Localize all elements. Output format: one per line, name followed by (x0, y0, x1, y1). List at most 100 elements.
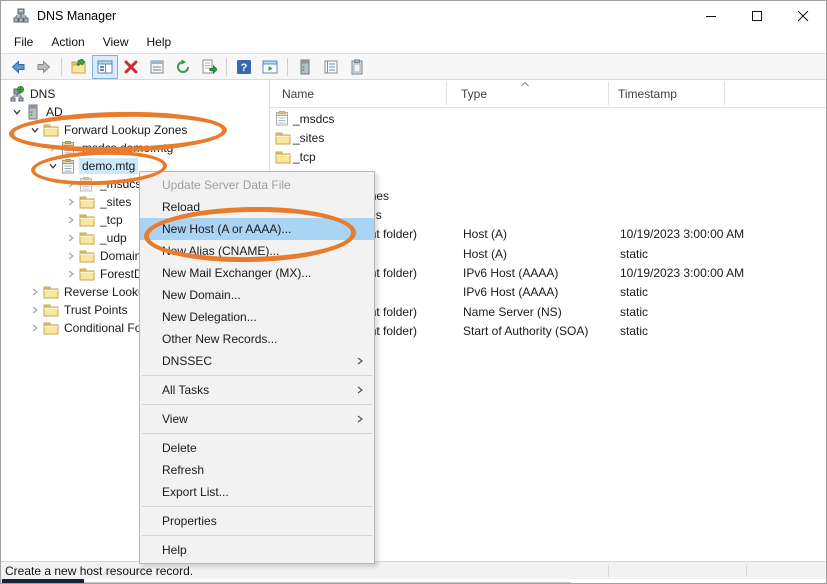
menu-item-refresh[interactable]: Refresh (140, 459, 374, 481)
column-header-timestamp[interactable]: Timestamp (608, 80, 724, 107)
expand-chevron-icon[interactable] (63, 212, 79, 228)
tree-item-forward-lookup-zones[interactable]: Forward Lookup Zones (27, 121, 269, 139)
menubar-item-help[interactable]: Help (138, 32, 181, 52)
toolbar-help-button[interactable]: ? (231, 55, 257, 79)
collapse-chevron-icon[interactable] (45, 158, 61, 174)
submenu-arrow-icon (356, 412, 364, 426)
expand-chevron-icon[interactable] (63, 194, 79, 210)
toolbar-server-button[interactable] (292, 55, 318, 79)
menu-item-new-host-a-or-aaaa[interactable]: New Host (A or AAAA)... (140, 218, 374, 240)
menu-item-export-list[interactable]: Export List... (140, 481, 374, 503)
server-icon (297, 59, 313, 75)
help-icon: ? (236, 59, 252, 75)
menu-item-delete[interactable]: Delete (140, 437, 374, 459)
menu-item-label: New Host (A or AAAA)... (162, 222, 291, 236)
dns-root-icon (9, 86, 27, 102)
column-header-name[interactable]: Name (270, 80, 446, 107)
submenu-arrow-icon (356, 354, 364, 368)
menu-item-help[interactable]: Help (140, 539, 374, 561)
server-icon (25, 104, 43, 120)
menu-item-dnssec[interactable]: DNSSEC (140, 350, 374, 372)
delete-x-icon (123, 59, 139, 75)
menu-separator (142, 506, 372, 507)
menu-item-reload[interactable]: Reload (140, 196, 374, 218)
menu-item-label: Delete (162, 441, 197, 455)
zone-icon (79, 176, 97, 192)
column-separator[interactable] (724, 82, 725, 105)
column-header-label: Name (282, 87, 314, 101)
toolbar-open-folder-button[interactable] (66, 55, 92, 79)
folder-icon (43, 302, 61, 318)
toolbar-clipboard-button[interactable] (344, 55, 370, 79)
collapse-chevron-icon[interactable] (9, 104, 25, 120)
menu-item-label: New Delegation... (162, 310, 257, 324)
menu-item-label: Export List... (162, 485, 229, 499)
folder-icon (79, 248, 97, 264)
folder-icon (79, 230, 97, 246)
tree-item-msdcs-demo-mtg[interactable]: msdcs.demo.mtg (45, 139, 269, 157)
menubar-item-action[interactable]: Action (42, 32, 93, 52)
column-separator[interactable] (608, 82, 609, 105)
menu-item-new-delegation[interactable]: New Delegation... (140, 306, 374, 328)
expand-chevron-icon[interactable] (27, 320, 43, 336)
maximize-icon (752, 11, 763, 22)
tree-item-label: _udp (97, 230, 130, 246)
menu-item-other-new-records[interactable]: Other New Records... (140, 328, 374, 350)
menubar-item-file[interactable]: File (5, 32, 42, 52)
expand-chevron-icon[interactable] (27, 284, 43, 300)
sort-ascending-icon (520, 81, 530, 87)
expand-chevron-icon[interactable] (63, 266, 79, 282)
record-type: Start of Authority (SOA) (448, 324, 610, 338)
menu-item-label: New Mail Exchanger (MX)... (162, 266, 311, 280)
minimize-button[interactable] (688, 1, 734, 31)
menu-item-new-alias-cname[interactable]: New Alias (CNAME)... (140, 240, 374, 262)
toolbar-action-pane-button[interactable] (257, 55, 283, 79)
tree-item-dns[interactable]: DNS (9, 85, 269, 103)
folder-icon (79, 194, 97, 210)
toolbar-refresh-button[interactable] (170, 55, 196, 79)
menu-separator (142, 404, 372, 405)
menu-item-new-domain[interactable]: New Domain... (140, 284, 374, 306)
expand-chevron-icon[interactable] (63, 176, 79, 192)
menu-item-new-mail-exchanger-mx[interactable]: New Mail Exchanger (MX)... (140, 262, 374, 284)
record-row[interactable]: _msdcs (270, 109, 826, 128)
toolbar-delete-x-button[interactable] (118, 55, 144, 79)
toolbar-forward-arrow-button[interactable] (31, 55, 57, 79)
folder-icon (275, 150, 291, 164)
toolbar-export-list-button[interactable] (196, 55, 222, 79)
zone-icon (61, 140, 79, 156)
menubar-item-view[interactable]: View (94, 32, 138, 52)
record-name: _msdcs (291, 112, 448, 126)
toolbar-separator (226, 58, 227, 76)
forward-arrow-icon (36, 59, 52, 75)
close-button[interactable] (780, 1, 826, 31)
menu-item-properties[interactable]: Properties (140, 510, 374, 532)
record-timestamp: static (610, 324, 648, 338)
record-timestamp: static (610, 285, 648, 299)
svg-text:?: ? (241, 62, 248, 74)
close-icon (798, 11, 809, 22)
maximize-button[interactable] (734, 1, 780, 31)
folder-icon (43, 122, 61, 138)
record-row[interactable]: _sites (270, 128, 826, 147)
folder-icon (275, 131, 291, 145)
toolbar-properties-window-button[interactable] (144, 55, 170, 79)
menu-item-label: DNSSEC (162, 354, 212, 368)
toolbar-back-arrow-button[interactable] (5, 55, 31, 79)
expand-chevron-icon[interactable] (63, 230, 79, 246)
menu-item-all-tasks[interactable]: All Tasks (140, 379, 374, 401)
expand-chevron-icon[interactable] (63, 248, 79, 264)
menu-item-view[interactable]: View (140, 408, 374, 430)
collapse-chevron-icon[interactable] (27, 122, 43, 138)
expand-chevron-icon[interactable] (27, 302, 43, 318)
column-separator[interactable] (446, 82, 447, 105)
tree-item-label: _msdcs (97, 176, 144, 192)
toolbar-record-list-button[interactable] (318, 55, 344, 79)
tree-item-ad[interactable]: AD (9, 103, 269, 121)
toolbar-show-console-tree-button[interactable] (92, 55, 118, 79)
menu-item-label: Refresh (162, 463, 204, 477)
tree-item-label: msdcs.demo.mtg (79, 140, 176, 156)
taskbar-fragment (2, 579, 84, 584)
expand-chevron-icon[interactable] (45, 140, 61, 156)
record-row[interactable]: _tcp (270, 148, 826, 167)
